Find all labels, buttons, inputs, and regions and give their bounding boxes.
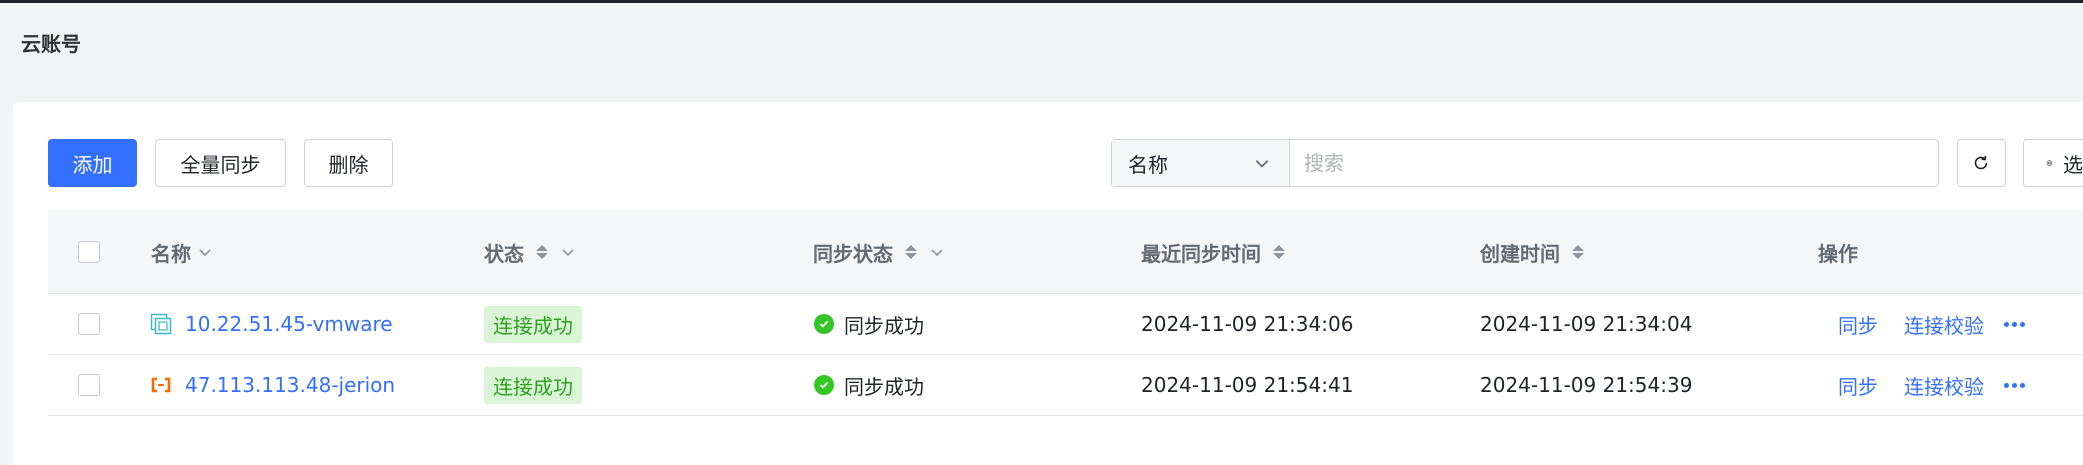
account-name-link[interactable]: 10.22.51.45-vmware xyxy=(185,312,393,336)
filter-field-value: 名称 xyxy=(1128,152,1168,177)
sync-status-text: 同步成功 xyxy=(844,374,924,399)
row-checkbox[interactable] xyxy=(78,313,100,335)
sort-icon[interactable] xyxy=(536,245,548,259)
table-row: 10.22.51.45-vmware 连接成功 同步成功 2024-11-09 … xyxy=(48,294,2083,355)
last-sync-cell: 2024-11-09 21:54:41 xyxy=(1141,373,1354,397)
connection-check-link[interactable]: 连接校验 xyxy=(1904,371,1984,400)
sync-action-link[interactable]: 同步 xyxy=(1838,371,1878,400)
page-title: 云账号 xyxy=(21,32,81,56)
column-header-sync-status[interactable]: 同步状态 xyxy=(813,210,945,294)
table-header: 名称 状态 同步状态 最近同步时间 创建时间 操作 xyxy=(48,210,2083,294)
column-header-last-sync[interactable]: 最近同步时间 xyxy=(1141,210,1285,294)
column-header-created[interactable]: 创建时间 xyxy=(1480,210,1584,294)
sync-status-cell: 同步成功 xyxy=(814,355,924,415)
status-cell: 连接成功 xyxy=(484,294,582,354)
sync-status-text: 同步成功 xyxy=(844,313,924,338)
sync-status-cell: 同步成功 xyxy=(814,294,924,354)
select-all-checkbox[interactable] xyxy=(78,241,100,263)
status-cell: 连接成功 xyxy=(484,355,582,415)
column-header-status[interactable]: 状态 xyxy=(484,210,576,294)
created-cell: 2024-11-09 21:34:04 xyxy=(1480,312,1693,336)
filter-chevron-icon[interactable] xyxy=(929,244,945,260)
cloud-account-table: 名称 状态 同步状态 最近同步时间 创建时间 操作 10.22.51.45-vm… xyxy=(48,210,2083,416)
sync-action-link[interactable]: 同步 xyxy=(1838,310,1878,339)
column-header-actions: 操作 xyxy=(1818,241,1858,266)
chevron-down-icon xyxy=(199,249,211,257)
check-circle-icon xyxy=(814,314,834,334)
account-name-cell: 10.22.51.45-vmware xyxy=(149,294,393,354)
connection-check-link[interactable]: 连接校验 xyxy=(1904,310,1984,339)
actions-cell: 同步 连接校验 xyxy=(1838,294,2025,354)
status-badge: 连接成功 xyxy=(484,366,582,404)
vmware-icon xyxy=(150,313,172,335)
sort-icon[interactable] xyxy=(1572,245,1584,259)
account-name-link[interactable]: 47.113.113.48-jerion xyxy=(185,373,395,397)
created-cell: 2024-11-09 21:54:39 xyxy=(1480,373,1693,397)
more-icon[interactable] xyxy=(2004,382,2025,388)
delete-button[interactable]: 删除 xyxy=(304,139,393,187)
column-header-name[interactable]: 名称 xyxy=(151,210,213,294)
column-settings-button[interactable]: 选 xyxy=(2023,139,2083,187)
search-bar: 名称 xyxy=(1111,139,1939,187)
row-checkbox[interactable] xyxy=(78,374,100,396)
refresh-button[interactable] xyxy=(1957,139,2006,187)
sort-icon[interactable] xyxy=(905,245,917,259)
search-input[interactable] xyxy=(1290,140,1938,186)
chevron-down-icon xyxy=(1255,160,1269,168)
account-name-cell: 47.113.113.48-jerion xyxy=(149,355,395,415)
main-card: 添加 全量同步 删除 名称 选 名称 状态 xyxy=(13,102,2083,465)
refresh-icon xyxy=(1974,155,1988,170)
column-settings-label: 选 xyxy=(2063,152,2083,177)
aliyun-icon xyxy=(151,377,171,393)
more-icon[interactable] xyxy=(2004,321,2025,327)
add-button[interactable]: 添加 xyxy=(48,139,137,187)
filter-chevron-icon[interactable] xyxy=(560,244,576,260)
table-row: 47.113.113.48-jerion 连接成功 同步成功 2024-11-0… xyxy=(48,355,2083,416)
top-border xyxy=(0,0,2083,3)
gear-icon xyxy=(2046,159,2053,167)
last-sync-cell: 2024-11-09 21:34:06 xyxy=(1141,312,1354,336)
sort-icon[interactable] xyxy=(1273,245,1285,259)
actions-cell: 同步 连接校验 xyxy=(1838,355,2025,415)
status-badge: 连接成功 xyxy=(484,305,582,343)
check-circle-icon xyxy=(814,375,834,395)
filter-field-select[interactable]: 名称 xyxy=(1112,140,1290,186)
sync-all-button[interactable]: 全量同步 xyxy=(155,139,286,187)
